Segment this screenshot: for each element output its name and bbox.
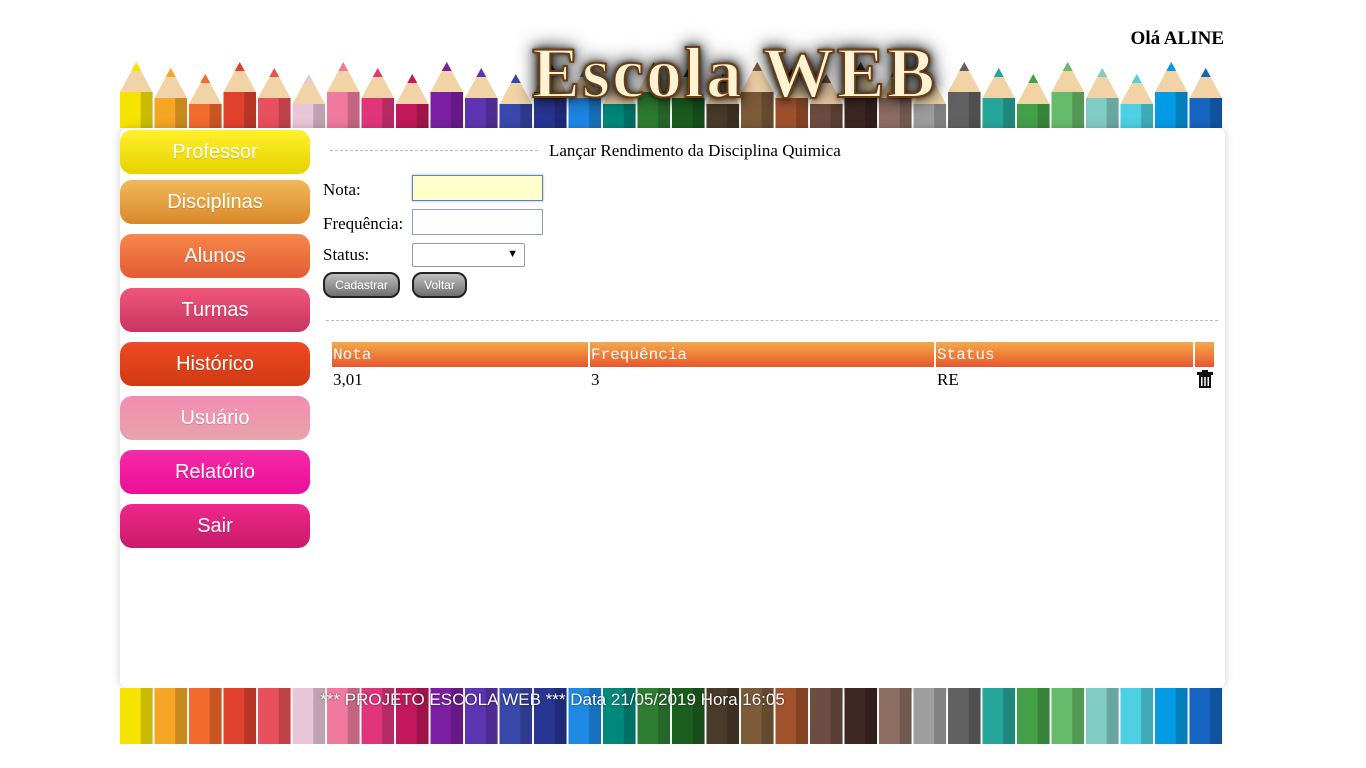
- menu-alunos-button[interactable]: Alunos: [120, 234, 310, 278]
- footer-text: *** PROJETO ESCOLA WEB *** Data 21/05/20…: [120, 688, 1225, 712]
- voltar-button[interactable]: Voltar: [412, 272, 467, 298]
- header-status: Status: [936, 342, 1193, 367]
- status-select[interactable]: ▼: [412, 243, 525, 267]
- cell-frequencia: 3: [591, 370, 600, 389]
- menu-disciplinas-button[interactable]: Disciplinas: [120, 180, 310, 224]
- frequencia-label: Frequência:: [323, 214, 404, 233]
- user-greeting: Olá ALINE: [1130, 28, 1224, 49]
- nota-input[interactable]: [412, 175, 543, 201]
- header-banner: Escola WEB: [120, 0, 1225, 128]
- site-logo: Escola WEB: [531, 33, 937, 113]
- menu-turmas-button[interactable]: Turmas: [120, 288, 310, 332]
- status-label: Status:: [323, 245, 370, 264]
- dropdown-arrow-icon: ▼: [507, 248, 518, 260]
- header-actions: [1195, 342, 1214, 367]
- menu-professor-button[interactable]: Professor: [120, 130, 310, 174]
- trash-icon[interactable]: [1197, 370, 1213, 388]
- form-legend: Lançar Rendimento da Disciplina Quimica: [549, 141, 841, 160]
- table-header-row: Nota Frequência Status: [332, 342, 1214, 367]
- frequencia-input[interactable]: [412, 209, 543, 235]
- header-frequencia: Frequência: [590, 342, 934, 367]
- menu-sair-button[interactable]: Sair: [120, 504, 310, 548]
- nota-label: Nota:: [323, 180, 361, 199]
- legend-divider: [330, 150, 538, 151]
- header-nota: Nota: [332, 342, 588, 367]
- menu-historico-button[interactable]: Histórico: [120, 342, 310, 386]
- menu-relatorio-button[interactable]: Relatório: [120, 450, 310, 494]
- cell-status: RE: [937, 370, 959, 389]
- form-bottom-divider: [326, 320, 1218, 321]
- main-panel: Professor Disciplinas Alunos Turmas Hist…: [120, 128, 1225, 688]
- footer-banner: *** PROJETO ESCOLA WEB *** Data 21/05/20…: [120, 688, 1225, 744]
- footer-text-content: *** PROJETO ESCOLA WEB *** Data 21/05/20…: [320, 690, 785, 709]
- cell-nota: 3,01: [333, 370, 363, 389]
- menu-usuario-button[interactable]: Usuário: [120, 396, 310, 440]
- cadastrar-button[interactable]: Cadastrar: [323, 272, 400, 298]
